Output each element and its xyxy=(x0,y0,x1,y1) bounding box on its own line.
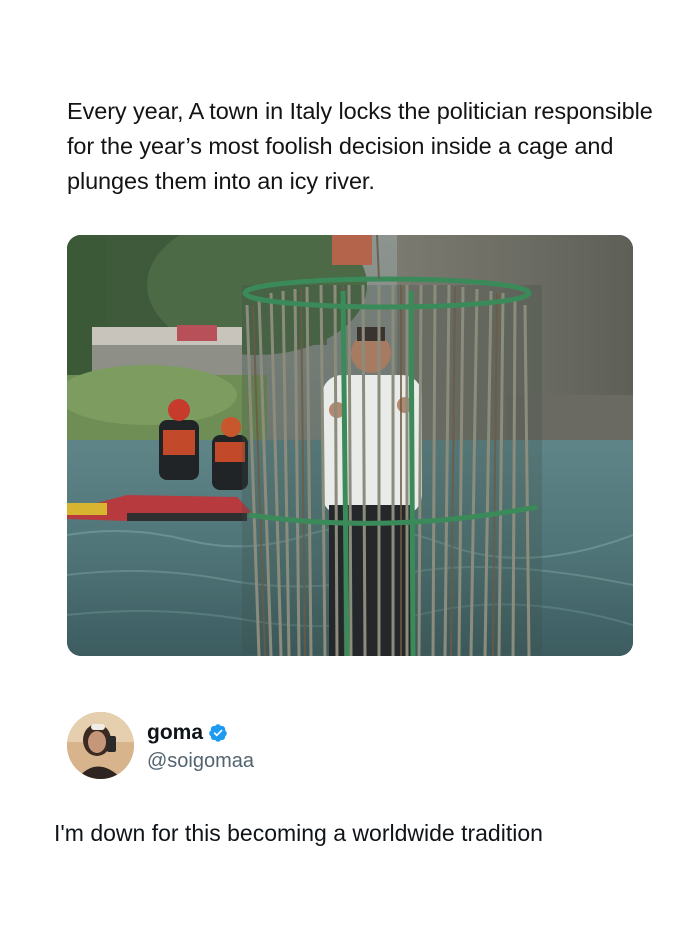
tweet-author-row: goma xyxy=(147,721,228,745)
cage-river-photo xyxy=(67,235,633,656)
user-avatar-image xyxy=(67,712,134,779)
post-photo[interactable] xyxy=(67,235,633,656)
verified-badge-icon xyxy=(208,723,228,743)
user-handle[interactable]: @soigomaa xyxy=(147,750,254,773)
avatar[interactable] xyxy=(67,712,134,779)
display-name[interactable]: goma xyxy=(147,721,203,745)
quoted-tweet-card[interactable]: goma @soigomaa I'm down for this becomin… xyxy=(52,678,648,873)
post-caption: Every year, A town in Italy locks the po… xyxy=(67,98,653,194)
tweet-text: I'm down for this becoming a worldwide t… xyxy=(54,820,543,846)
